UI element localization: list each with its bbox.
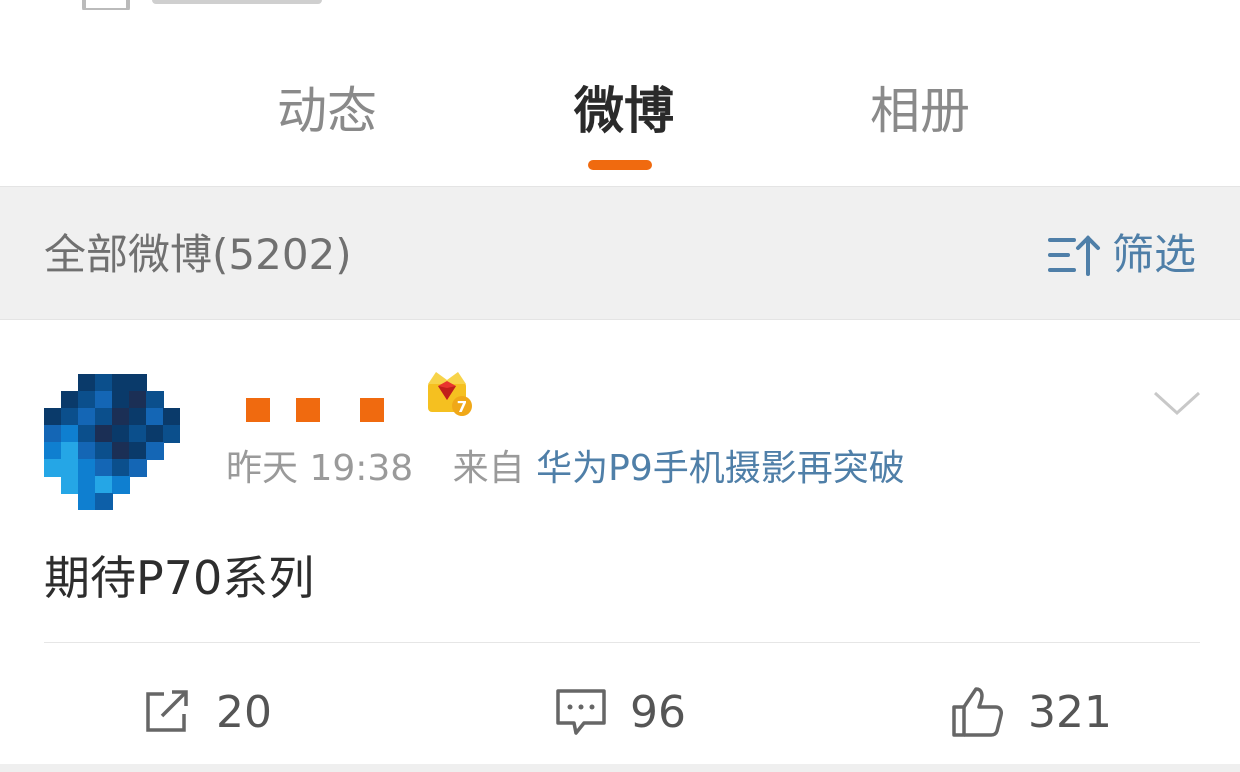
avatar-pixel — [61, 391, 79, 409]
thumbs-up-icon — [952, 687, 1003, 737]
avatar-pixel — [44, 442, 62, 460]
avatar-pixel — [44, 425, 62, 443]
avatar-pixel — [129, 459, 147, 477]
avatar-pixel — [112, 476, 130, 494]
post-time: 昨天 19:38 — [226, 448, 414, 489]
chevron-down-icon[interactable] — [1152, 388, 1202, 418]
avatar-pixel — [112, 425, 130, 443]
avatar-pixel — [95, 408, 113, 426]
top-status-remnant — [0, 0, 1240, 12]
avatar-pixel — [61, 425, 79, 443]
weibo-post-card[interactable]: 7 昨天 19:38 来自 华为P9手机摄影再突破 期待P70系列 20 96 … — [0, 320, 1240, 772]
avatar-pixel — [44, 408, 62, 426]
comment-button[interactable]: 96 — [554, 672, 686, 752]
redaction-block — [296, 398, 320, 422]
avatar-pixel — [95, 425, 113, 443]
avatar-pixel — [129, 391, 147, 409]
avatar-pixel — [78, 425, 96, 443]
bottom-separator — [0, 764, 1240, 772]
avatar-pixel — [95, 493, 113, 510]
tab-album[interactable]: 相册 — [870, 76, 970, 146]
avatar-pixel — [146, 408, 164, 426]
redaction-block — [360, 398, 384, 422]
avatar-pixel — [61, 459, 79, 477]
avatar-pixel — [78, 493, 96, 510]
repost-button[interactable]: 20 — [142, 672, 272, 752]
avatar-pixel — [129, 442, 147, 460]
avatar-pixel — [78, 442, 96, 460]
avatar-pixel — [129, 425, 147, 443]
header-text-remnant — [152, 0, 322, 4]
filter-button[interactable]: 筛选 — [1047, 227, 1196, 283]
avatar-pixel — [78, 476, 96, 494]
divider — [44, 642, 1200, 643]
vip-crown-icon[interactable]: 7 — [424, 368, 474, 418]
profile-tabs: 动态 微博 相册 — [0, 10, 1240, 186]
tab-weibo[interactable]: 微博 — [574, 76, 674, 146]
avatar-pixel — [78, 374, 96, 392]
avatar-pixel — [78, 408, 96, 426]
post-actions: 20 96 321 — [0, 672, 1240, 752]
filter-label: 筛选 — [1111, 230, 1196, 279]
repost-icon — [146, 690, 188, 732]
avatar-pixel — [146, 425, 164, 443]
active-tab-indicator — [588, 160, 652, 170]
redaction-block — [246, 398, 270, 422]
avatar-pixel — [112, 408, 130, 426]
avatar-pixel — [129, 408, 147, 426]
avatar-pixel — [61, 476, 79, 494]
source-prefix: 来自 — [452, 448, 525, 489]
comment-icon — [556, 689, 606, 735]
filter-bar: 全部微博(5202) 筛选 — [0, 186, 1240, 320]
comment-count: 96 — [630, 686, 686, 738]
vip-level-number: 7 — [457, 398, 467, 416]
avatar-pixel — [95, 459, 113, 477]
avatar-pixel — [95, 476, 113, 494]
avatar-pixel — [112, 374, 130, 392]
avatar-pixel — [61, 408, 79, 426]
avatar-pixel — [61, 442, 79, 460]
post-content: 期待P70系列 — [44, 551, 315, 605]
repost-count: 20 — [216, 686, 272, 738]
avatar-pixel — [112, 442, 130, 460]
avatar[interactable] — [44, 374, 180, 510]
avatar-pixel — [95, 391, 113, 409]
avatar-pixel — [78, 459, 96, 477]
like-button[interactable]: 321 — [950, 672, 1112, 752]
sort-filter-icon — [1047, 235, 1100, 276]
avatar-pixel — [163, 425, 180, 443]
avatar-pixel — [95, 374, 113, 392]
post-meta: 昨天 19:38 来自 华为P9手机摄影再突破 — [226, 444, 905, 494]
tab-dynamics[interactable]: 动态 — [277, 76, 377, 146]
avatar-pixel — [95, 442, 113, 460]
avatar-pixel — [112, 391, 130, 409]
avatar-pixel — [44, 459, 62, 477]
all-weibo-count-title: 全部微博(5202) — [44, 230, 352, 279]
post-source-link[interactable]: 华为P9手机摄影再突破 — [536, 448, 905, 489]
avatar-pixel — [163, 408, 180, 426]
avatar-pixel — [78, 391, 96, 409]
avatar-pixel — [129, 374, 147, 392]
avatar-pixel — [146, 391, 164, 409]
avatar-pixel — [146, 442, 164, 460]
avatar-pixel — [112, 459, 130, 477]
like-count: 321 — [1028, 686, 1112, 738]
